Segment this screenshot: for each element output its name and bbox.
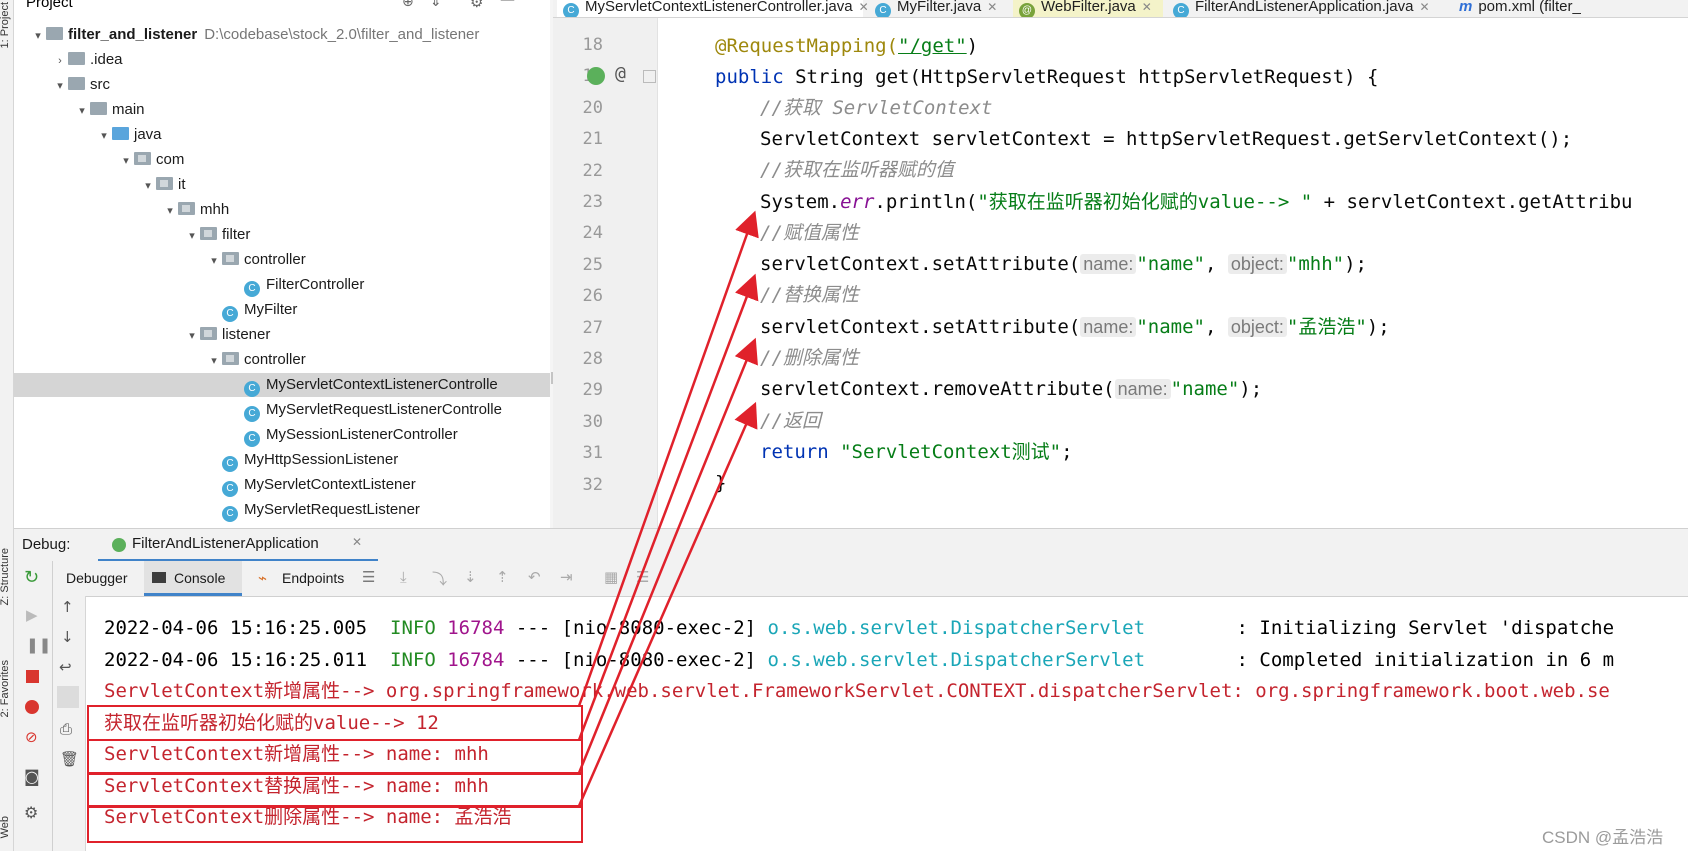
arrow-to-line-23 xyxy=(577,210,759,707)
arrow-to-line-25 xyxy=(577,273,759,741)
arrow-to-line-29 xyxy=(577,401,758,807)
watermark: CSDN @孟浩浩 xyxy=(1542,828,1664,847)
arrow-to-line-27 xyxy=(577,337,758,774)
annotation-arrows xyxy=(577,210,759,807)
